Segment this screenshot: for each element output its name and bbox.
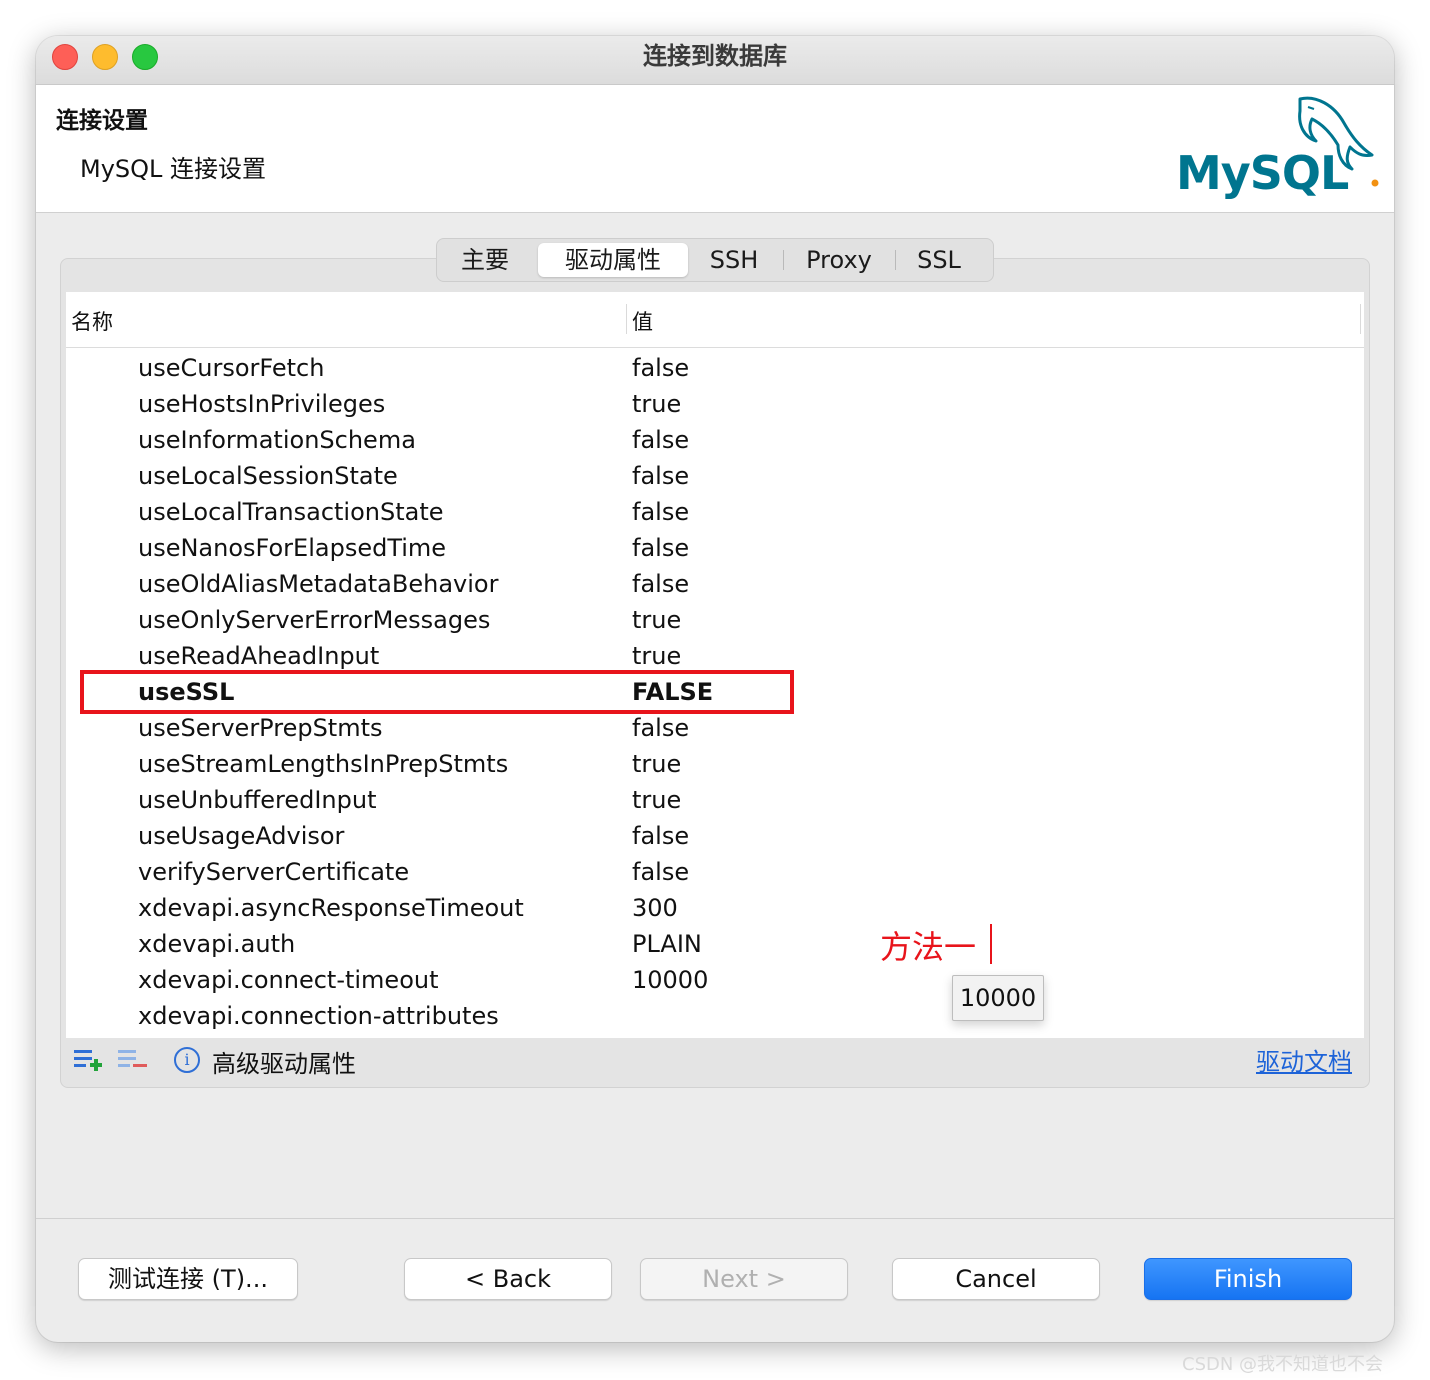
property-name: useLocalSessionState (138, 462, 398, 490)
highlight-box (80, 670, 794, 714)
table-row[interactable]: useLocalSessionState false (66, 458, 1364, 494)
property-name: xdevapi.connection-attributes (138, 1002, 499, 1030)
table-row[interactable]: useServerPrepStmts false (66, 710, 1364, 746)
test-connection-button[interactable]: 测试连接 (T)... (78, 1258, 298, 1300)
property-value[interactable]: false (632, 462, 689, 490)
column-divider[interactable] (1360, 304, 1361, 334)
table-row[interactable]: useNanosForElapsedTime false (66, 530, 1364, 566)
tab-main[interactable]: 主要 (441, 243, 529, 277)
property-value[interactable]: false (632, 426, 689, 454)
table-row[interactable]: verifyServerCertificate false (66, 854, 1364, 890)
property-value[interactable]: 10000 (632, 966, 708, 994)
property-value[interactable]: true (632, 606, 681, 634)
tab-driver-properties[interactable]: 驱动属性 (538, 243, 688, 277)
property-name: useStreamLengthsInPrepStmts (138, 750, 509, 778)
tab-ssh[interactable]: SSH (693, 243, 775, 277)
finish-button[interactable]: Finish (1144, 1258, 1352, 1300)
tab-separator (895, 250, 896, 270)
property-name: xdevapi.connect-timeout (138, 966, 439, 994)
cancel-button[interactable]: Cancel (892, 1258, 1100, 1300)
remove-property-icon[interactable] (116, 1046, 148, 1074)
dialog-window: 连接到数据库 连接设置 MySQL 连接设置 MySQL 主要 驱动属性 SSH… (36, 36, 1394, 1342)
tab-proxy[interactable]: Proxy (789, 243, 889, 277)
property-value[interactable]: false (632, 858, 689, 886)
property-value[interactable]: false (632, 498, 689, 526)
window-title: 连接到数据库 (643, 42, 787, 70)
back-button[interactable]: < Back (404, 1258, 612, 1300)
table-row[interactable]: xdevapi.auth PLAIN (66, 926, 1364, 962)
table-row[interactable]: useLocalTransactionState false (66, 494, 1364, 530)
mysql-logo: MySQL (1176, 96, 1379, 199)
value-tooltip: 10000 (952, 975, 1044, 1021)
property-name: useUsageAdvisor (138, 822, 345, 850)
driver-docs-link[interactable]: 驱动文档 (1256, 1042, 1352, 1077)
wizard-header: 连接设置 MySQL 连接设置 MySQL (36, 85, 1394, 213)
property-value[interactable]: true (632, 750, 681, 778)
property-name: useReadAheadInput (138, 642, 380, 670)
tab-ssl[interactable]: SSL (901, 243, 977, 277)
property-name: useOnlyServerErrorMessages (138, 606, 491, 634)
property-value[interactable]: false (632, 822, 689, 850)
table-row[interactable]: xdevapi.connection-attributes (66, 998, 1364, 1034)
advanced-driver-properties-label: 高级驱动属性 (212, 1050, 356, 1078)
page-title: 连接设置 (56, 108, 148, 134)
column-header-value[interactable]: 值 (632, 306, 653, 336)
tab-bar: 主要 驱动属性 SSH Proxy SSL (436, 238, 994, 282)
table-row[interactable]: useHostsInPrivileges true (66, 386, 1364, 422)
table-header: 名称 值 (66, 292, 1364, 348)
property-name: verifyServerCertificate (138, 858, 410, 886)
property-name: useUnbufferedInput (138, 786, 377, 814)
table-row[interactable]: xdevapi.connect-timeout 10000 (66, 962, 1364, 998)
property-name: useHostsInPrivileges (138, 390, 386, 418)
property-value[interactable]: 300 (632, 894, 678, 922)
next-button[interactable]: Next > (640, 1258, 848, 1300)
table-row[interactable]: useOnlyServerErrorMessages true (66, 602, 1364, 638)
title-bar: 连接到数据库 (36, 36, 1394, 85)
property-value[interactable]: true (632, 642, 681, 670)
table-row[interactable]: useCursorFetch false (66, 350, 1364, 386)
text-caret (990, 924, 992, 964)
table-row[interactable]: useUsageAdvisor false (66, 818, 1364, 854)
property-name: xdevapi.asyncResponseTimeout (138, 894, 524, 922)
property-value[interactable]: true (632, 390, 681, 418)
property-name: useOldAliasMetadataBehavior (138, 570, 499, 598)
column-header-name[interactable]: 名称 (71, 306, 113, 336)
property-value[interactable]: false (632, 354, 689, 382)
footer-divider (36, 1218, 1394, 1219)
table-row[interactable]: useStreamLengthsInPrepStmts true (66, 746, 1364, 782)
watermark: CSDN @我不知道也不会 (1182, 1354, 1384, 1375)
table-row[interactable]: useOldAliasMetadataBehavior false (66, 566, 1364, 602)
property-name: useNanosForElapsedTime (138, 534, 447, 562)
table-row[interactable]: useUnbufferedInput true (66, 782, 1364, 818)
property-value[interactable]: false (632, 570, 689, 598)
property-name: xdevapi.auth (138, 930, 296, 958)
property-value[interactable]: true (632, 786, 681, 814)
mysql-logo-text: MySQL (1176, 146, 1349, 199)
table-row[interactable]: xdevapi.asyncResponseTimeout 300 (66, 890, 1364, 926)
table-row[interactable]: useInformationSchema false (66, 422, 1364, 458)
property-name: useLocalTransactionState (138, 498, 444, 526)
page-subtitle: MySQL 连接设置 (80, 155, 267, 183)
property-value[interactable]: false (632, 714, 689, 742)
info-icon: i (174, 1047, 200, 1073)
table-row[interactable]: useReadAheadInput true (66, 638, 1364, 674)
property-name: useCursorFetch (138, 354, 325, 382)
driver-properties-table: 名称 值 useCursorFetch false useHostsInPriv… (66, 292, 1364, 1038)
annotation-label: 方法一 (880, 928, 977, 966)
property-name: useServerPrepStmts (138, 714, 383, 742)
column-divider[interactable] (626, 304, 627, 334)
property-value[interactable]: false (632, 534, 689, 562)
property-value[interactable]: PLAIN (632, 930, 702, 958)
add-property-icon[interactable] (72, 1046, 104, 1074)
tab-separator (783, 250, 784, 270)
property-name: useInformationSchema (138, 426, 416, 454)
